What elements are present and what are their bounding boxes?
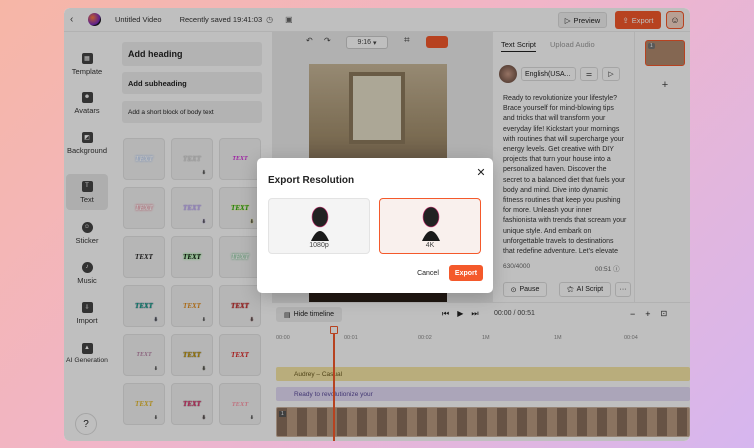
dialog-title: Export Resolution (268, 175, 355, 186)
avatar-head-icon (422, 206, 440, 241)
resolution-option-1080p[interactable]: 1080p (268, 198, 370, 254)
cancel-button[interactable]: Cancel (409, 265, 447, 281)
avatar-head-icon (311, 206, 329, 241)
resolution-label: 4K (425, 242, 435, 249)
close-icon[interactable]: ✕ (475, 166, 487, 179)
export-resolution-dialog: Export Resolution ✕ 1080p 4K Cancel Expo… (257, 158, 493, 293)
confirm-export-button[interactable]: Export (449, 265, 483, 281)
resolution-label: 1080p (309, 242, 329, 249)
resolution-option-4k[interactable]: 4K (379, 198, 481, 254)
